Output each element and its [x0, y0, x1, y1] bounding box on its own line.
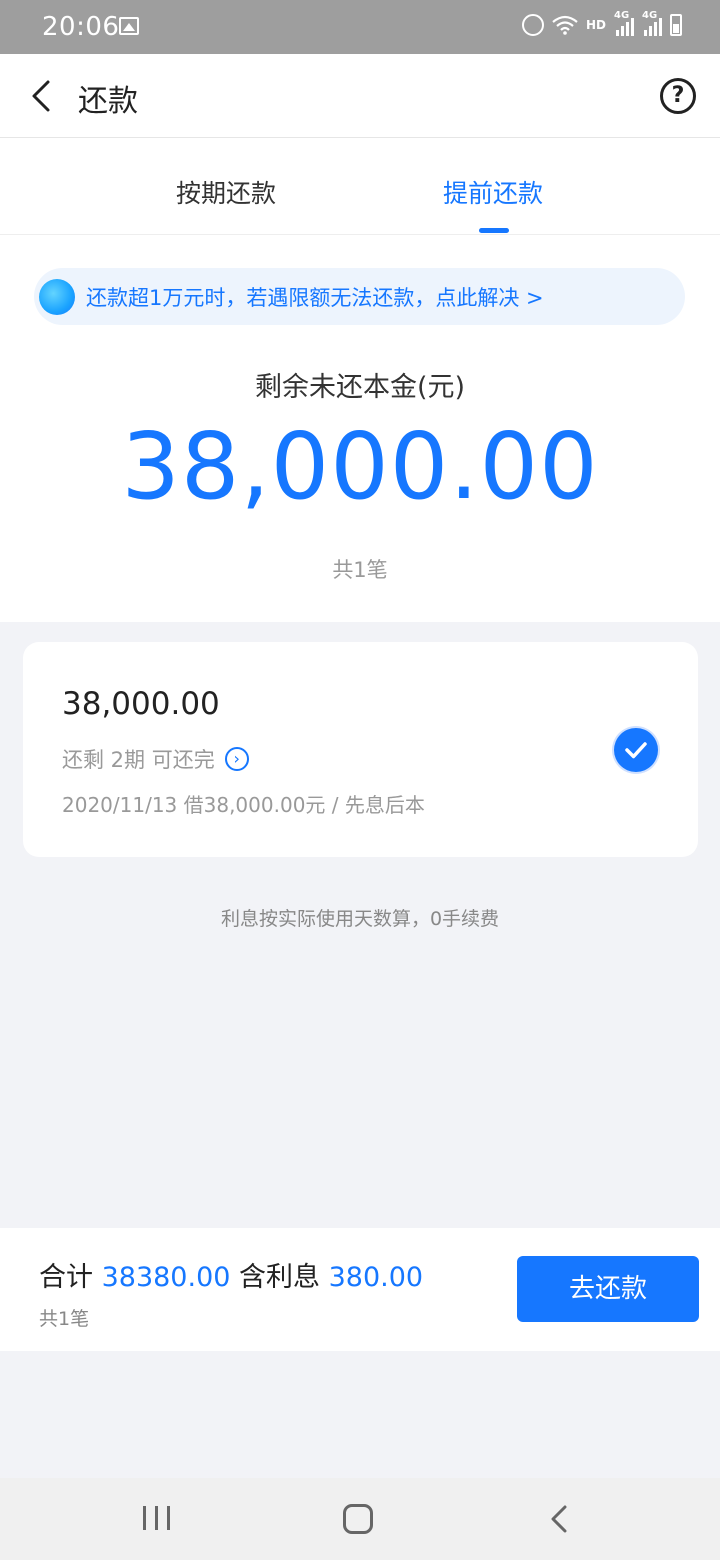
- limit-notice-banner[interactable]: 还款超1万元时，若遇限额无法还款，点此解决 >: [34, 268, 685, 325]
- loan-remaining-periods: 还剩 2期 可还完 ›: [62, 744, 249, 774]
- tab-early-repayment[interactable]: 提前还款: [443, 174, 543, 210]
- loan-info: 2020/11/13 借38,000.00元 / 先息后本: [62, 793, 425, 817]
- remaining-principal-amount: 38,000.00: [121, 413, 599, 520]
- loan-card[interactable]: 38,000.00 还剩 2期 可还完 › 2020/11/13 借38,000…: [23, 642, 698, 857]
- remaining-principal-label: 剩余未还本金(元): [254, 372, 466, 403]
- image-notification-icon: [119, 17, 139, 35]
- bottom-loan-count: 共1笔: [39, 1308, 90, 1330]
- hd-label: HD: [585, 18, 606, 32]
- checkmark-icon[interactable]: [614, 728, 658, 772]
- tab-bar: 按期还款 提前还款: [0, 138, 720, 235]
- notice-bubble-icon: [39, 279, 75, 315]
- back-nav-icon[interactable]: [548, 1504, 570, 1534]
- interest-value: 380.00: [328, 1262, 424, 1293]
- status-bar: 20:06 HD 4G 4G: [0, 0, 720, 54]
- loan-remaining-text: 还剩 2期 可还完: [62, 748, 215, 772]
- interest-footnote: 利息按实际使用天数算，0手续费: [220, 908, 500, 930]
- interest-label: 含利息: [239, 1262, 321, 1293]
- status-time: 20:06: [42, 12, 120, 42]
- alarm-icon: [521, 14, 544, 36]
- chevron-right-circle-icon[interactable]: ›: [224, 747, 249, 771]
- signal-icon-1: 4G: [614, 10, 634, 36]
- signal-icon-2: 4G: [642, 10, 662, 36]
- wifi-icon: [552, 15, 578, 35]
- go-repay-button[interactable]: 去还款: [517, 1256, 699, 1322]
- network-type-label: 4G: [642, 10, 658, 21]
- battery-icon: [670, 14, 682, 36]
- total-label: 合计: [39, 1262, 93, 1293]
- loan-count: 共1笔: [332, 558, 388, 582]
- loan-amount: 38,000.00: [62, 686, 220, 722]
- status-icons: HD 4G 4G: [521, 10, 682, 36]
- system-nav-bar: [0, 1478, 720, 1560]
- active-tab-indicator: [479, 228, 509, 233]
- total-line: 合计 38380.00 含利息 380.00: [39, 1255, 423, 1294]
- page-title: 还款: [78, 84, 138, 119]
- app-header: 还款 ?: [0, 54, 720, 138]
- recent-apps-icon[interactable]: [143, 1506, 171, 1530]
- network-type-label: 4G: [614, 10, 630, 21]
- chevron-left-icon[interactable]: [26, 78, 60, 114]
- home-icon[interactable]: [343, 1504, 373, 1534]
- checkout-bar: 合计 38380.00 含利息 380.00 共1笔 去还款: [0, 1228, 720, 1351]
- notice-text: 还款超1万元时，若遇限额无法还款，点此解决 >: [86, 286, 544, 310]
- total-value: 38380.00: [101, 1262, 231, 1293]
- tab-scheduled-repayment[interactable]: 按期还款: [176, 174, 276, 210]
- summary-section: 还款超1万元时，若遇限额无法还款，点此解决 > 剩余未还本金(元) 38,000…: [0, 235, 720, 622]
- question-circle-icon[interactable]: ?: [660, 78, 696, 114]
